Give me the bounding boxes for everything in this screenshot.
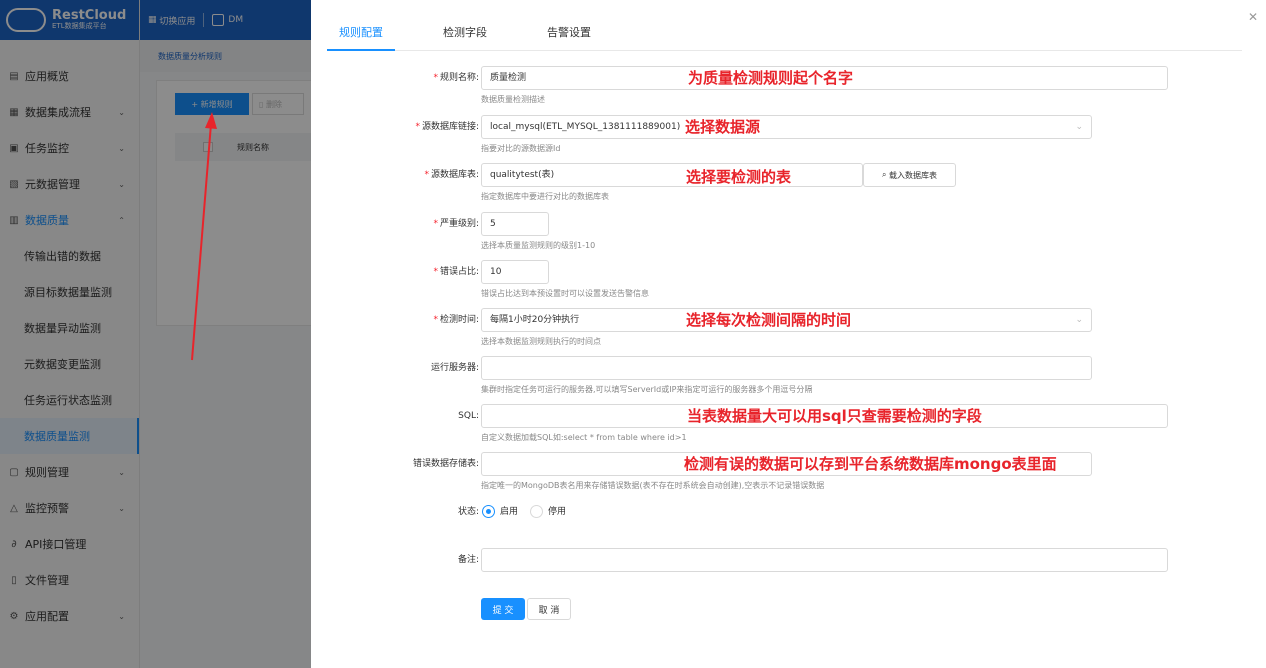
annotation-rule-name: 为质量检测规则起个名字	[688, 69, 854, 87]
rule-config-drawer: ✕ 规则配置 检测字段 告警设置 * 规则名称: 质量检测 数据质量检测描述 为质…	[311, 0, 1266, 668]
dashboard-icon: ▤	[9, 70, 19, 82]
search-icon: ⌕	[881, 170, 890, 179]
column-rule-name: 规则名称	[237, 142, 269, 152]
sidebar: RestCloud ETL数据集成平台 ▤ 应用概览 ▦ 数据集成流程 ⌄ ▣ 任务监控…	[0, 0, 140, 668]
sidebar-item-rules[interactable]: ▢ 规则管理 ⌄	[0, 454, 139, 490]
sidebar-item-volume-monitor[interactable]: 源目标数据量监测	[0, 274, 139, 310]
annotation-error-store: 检测有误的数据可以存到平台系统数据库mongo表里面	[684, 455, 1057, 473]
env-label[interactable]: DM	[228, 15, 243, 25]
status-label: 状态:	[457, 507, 479, 517]
error-ratio-help: 错误占比达到本预设置时可以设置发送告警信息	[481, 289, 649, 298]
table-header: 规则名称	[175, 133, 315, 161]
source-link-help: 指要对比的源数据源Id	[481, 144, 561, 153]
close-icon[interactable]: ✕	[1248, 10, 1258, 24]
error-ratio-input[interactable]: 10	[481, 260, 549, 284]
sql-help: 自定义数据加载SQL如:select * from table where id…	[481, 433, 687, 442]
sidebar-item-app-config[interactable]: ⚙ 应用配置 ⌄	[0, 598, 139, 634]
server-help: 集群时指定任务可运行的服务器,可以填写ServerId或IP来指定可运行的服务器…	[481, 385, 813, 394]
sidebar-item-metadata-change[interactable]: 元数据变更监测	[0, 346, 139, 382]
severity-help: 选择本质量监测规则的级别1-10	[481, 241, 596, 250]
switch-app-button[interactable]: 切换应用	[159, 14, 195, 27]
remark-input[interactable]	[481, 548, 1168, 572]
cancel-button[interactable]: 取 消	[527, 598, 571, 620]
gear-icon: ⚙	[9, 610, 19, 622]
sidebar-item-task-status[interactable]: 任务运行状态监测	[0, 382, 139, 418]
chevron-down-icon: ⌄	[118, 179, 125, 189]
sidebar-item-api[interactable]: ∂ API接口管理	[0, 526, 139, 562]
status-enabled-radio[interactable]	[482, 505, 495, 518]
sidebar-item-data-quality[interactable]: ▥ 数据质量 ⌃	[0, 202, 139, 238]
sidebar-item-integration[interactable]: ▦ 数据集成流程 ⌄	[0, 94, 139, 130]
top-header: ▦ 切换应用 DM	[140, 0, 311, 40]
select-all-checkbox[interactable]	[203, 142, 213, 152]
brand-subtitle: ETL数据集成平台	[52, 22, 107, 30]
chevron-down-icon: ⌄	[1075, 315, 1083, 325]
severity-input[interactable]: 5	[481, 212, 549, 236]
annotation-source-table: 选择要检测的表	[686, 168, 792, 186]
link-icon: ∂	[11, 538, 17, 550]
delete-button[interactable]: ▯ 删除	[252, 93, 304, 115]
sidebar-item-task-monitor[interactable]: ▣ 任务监控 ⌄	[0, 130, 139, 166]
brand-name: RestCloud	[52, 8, 127, 23]
file-icon: ▯	[11, 574, 17, 586]
status-enabled-label[interactable]: 启用	[500, 500, 518, 524]
annotation-check-time: 选择每次检测间隔的时间	[686, 311, 852, 329]
apps-icon: ▦	[148, 15, 157, 25]
chevron-down-icon: ⌄	[118, 467, 125, 477]
remark-label: 备注:	[457, 555, 479, 565]
monitor-icon: ▣	[9, 142, 19, 154]
source-link-select[interactable]: local_mysql(ETL_MYSQL_1381111889001) ⌄	[481, 115, 1092, 139]
sidebar-item-quality-monitor[interactable]: 数据质量监测	[0, 418, 139, 454]
trash-icon: ▯	[259, 99, 266, 109]
sidebar-item-alerts[interactable]: △ 监控预警 ⌄	[0, 490, 139, 526]
database-icon: ▧	[9, 178, 19, 190]
chevron-down-icon: ⌄	[118, 107, 125, 117]
check-time-help: 选择本数据监测规则执行的时间点	[481, 337, 601, 346]
chevron-down-icon: ⌄	[118, 143, 125, 153]
sidebar-item-files[interactable]: ▯ 文件管理	[0, 562, 139, 598]
sidebar-item-metadata[interactable]: ▧ 元数据管理 ⌄	[0, 166, 139, 202]
load-tables-button[interactable]: ⌕ 载入数据库表	[863, 163, 956, 187]
server-input[interactable]	[481, 356, 1092, 380]
cloud-logo-icon	[6, 8, 46, 32]
rule-name-help: 数据质量检测描述	[481, 95, 545, 104]
error-store-help: 指定唯一的MongoDB表名用来存储错误数据(表不存在时系统会自动创建),空表示…	[481, 481, 825, 490]
annotation-source-link: 选择数据源	[685, 118, 761, 136]
chevron-up-icon: ⌃	[118, 215, 125, 225]
logo: RestCloud ETL数据集成平台	[0, 0, 139, 40]
chevron-down-icon: ⌄	[118, 503, 125, 513]
grid-icon: ▦	[9, 106, 19, 118]
tab-alert-settings[interactable]: 告警设置	[535, 18, 603, 51]
tab-bar: 规则配置 检测字段 告警设置	[327, 18, 1242, 51]
env-icon	[212, 14, 225, 26]
bell-icon: △	[10, 502, 18, 514]
tab-check-fields[interactable]: 检测字段	[431, 18, 499, 51]
chevron-down-icon: ⌄	[118, 611, 125, 621]
rule-icon: ▢	[9, 466, 19, 478]
source-table-help: 指定数据库中要进行对比的数据库表	[481, 192, 609, 201]
sidebar-item-transfer-errors[interactable]: 传输出错的数据	[0, 238, 139, 274]
background-main: 数据质量分析规则 + 新增规则 ▯ 删除 规则名称	[140, 40, 316, 668]
chart-icon: ▥	[9, 214, 19, 226]
sql-label: SQL:	[458, 411, 479, 421]
server-label: 运行服务器:	[430, 363, 479, 373]
rule-list-card: + 新增规则 ▯ 删除 规则名称	[156, 80, 316, 326]
chevron-down-icon: ⌄	[1075, 122, 1083, 132]
sidebar-item-anomaly-monitor[interactable]: 数据量异动监测	[0, 310, 139, 346]
status-disabled-radio[interactable]	[530, 505, 543, 518]
add-rule-button[interactable]: + 新增规则	[175, 93, 249, 115]
submit-button[interactable]: 提 交	[481, 598, 525, 620]
status-disabled-label[interactable]: 停用	[548, 500, 566, 524]
tab-rule-config[interactable]: 规则配置	[327, 18, 395, 51]
sidebar-item-overview[interactable]: ▤ 应用概览	[0, 58, 139, 94]
error-store-label: 错误数据存储表:	[412, 459, 479, 469]
annotation-sql: 当表数据量大可以用sql只查需要检测的字段	[687, 407, 982, 425]
source-table-input[interactable]: qualitytest(表)	[481, 163, 863, 187]
breadcrumb: 数据质量分析规则	[140, 40, 311, 72]
